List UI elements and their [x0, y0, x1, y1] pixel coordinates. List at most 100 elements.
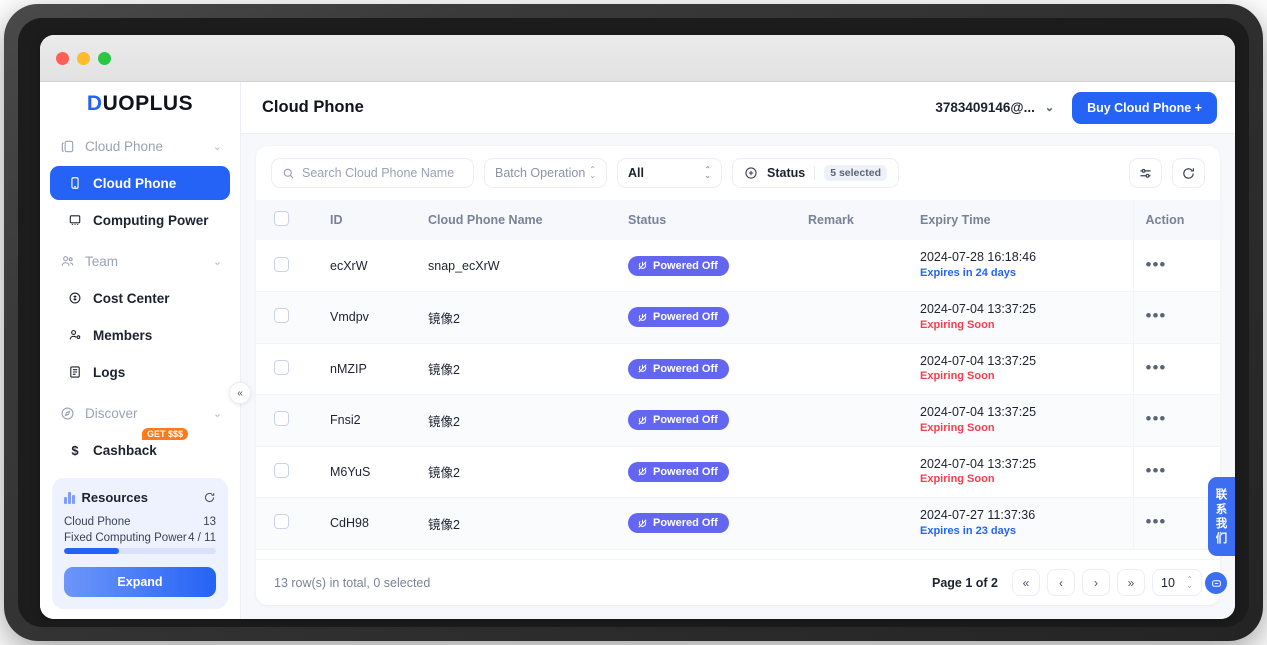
sidebar-item-cashback[interactable]: $ Cashback GET $$$ [50, 433, 230, 467]
status-filter-select[interactable]: All ⌃⌄ [617, 158, 722, 188]
select-all-checkbox[interactable] [274, 211, 289, 226]
close-window-button[interactable] [56, 52, 69, 65]
column-header-id[interactable]: ID [318, 200, 416, 240]
table-row[interactable]: nMZIP镜像2Powered Off2024-07-04 13:37:25Ex… [256, 343, 1220, 395]
cell-name: snap_ecXrW [416, 240, 616, 292]
column-header-remark[interactable]: Remark [796, 200, 908, 240]
sidebar-item-members[interactable]: Members [50, 318, 230, 352]
row-checkbox[interactable] [274, 360, 289, 375]
row-actions-button[interactable]: ••• [1146, 306, 1167, 325]
cell-status: Powered Off [616, 498, 796, 550]
row-actions-button[interactable]: ••• [1146, 358, 1167, 377]
computing-power-progress [64, 548, 216, 554]
table-toolbar: Batch Operation ⌃⌄ All ⌃⌄ [256, 146, 1220, 200]
row-checkbox[interactable] [274, 411, 289, 426]
status-facet-label: Status [767, 166, 805, 180]
column-header-name[interactable]: Cloud Phone Name [416, 200, 616, 240]
sidebar-item-cost-center[interactable]: Cost Center [50, 281, 230, 315]
table-panel: Batch Operation ⌃⌄ All ⌃⌄ [256, 146, 1220, 605]
minimize-window-button[interactable] [77, 52, 90, 65]
cell-action: ••• [1133, 240, 1220, 292]
cell-remark [796, 343, 908, 395]
account-email: 3783409146@... [935, 100, 1035, 115]
window-titlebar [40, 35, 1235, 82]
table-row[interactable]: Fnsi2镜像2Powered Off2024-07-04 13:37:25Ex… [256, 395, 1220, 447]
logs-icon [66, 365, 84, 379]
buy-cloud-phone-button[interactable]: Buy Cloud Phone + [1072, 92, 1217, 124]
batch-operation-select[interactable]: Batch Operation ⌃⌄ [484, 158, 607, 188]
row-select-cell [256, 292, 318, 344]
device-bezel: DUOPLUS Cloud Phone ⌄ [4, 4, 1263, 641]
cell-expiry: 2024-07-04 13:37:25Expiring Soon [908, 446, 1133, 498]
column-header-status[interactable]: Status [616, 200, 796, 240]
sidebar-group-cloud-phone[interactable]: Cloud Phone ⌄ [50, 130, 230, 162]
contact-us-label: 联系我们 [1208, 488, 1235, 547]
previous-page-button[interactable]: ‹ [1047, 569, 1075, 596]
row-checkbox[interactable] [274, 308, 289, 323]
page-header: Cloud Phone 3783409146@... ⌄ Buy Cloud P… [241, 82, 1235, 134]
cell-status: Powered Off [616, 395, 796, 447]
progress-fill [64, 548, 119, 554]
expiry-note: Expires in 24 days [920, 266, 1121, 281]
table-row[interactable]: CdH98镜像2Powered Off2024-07-27 11:37:36Ex… [256, 498, 1220, 550]
last-page-button[interactable]: » [1117, 569, 1145, 596]
sidebar-item-label: Cloud Phone [93, 176, 176, 191]
power-off-icon [637, 466, 648, 477]
main-content: Cloud Phone 3783409146@... ⌄ Buy Cloud P… [241, 82, 1235, 619]
first-page-button[interactable]: « [1012, 569, 1040, 596]
sidebar-group-discover[interactable]: Discover ⌄ [50, 397, 230, 429]
refresh-icon[interactable] [203, 491, 216, 504]
plus-circle-icon [744, 166, 758, 180]
cell-expiry: 2024-07-28 16:18:46Expires in 24 days [908, 240, 1133, 292]
maximize-window-button[interactable] [98, 52, 111, 65]
cell-id: M6YuS [318, 446, 416, 498]
row-checkbox[interactable] [274, 257, 289, 272]
resource-label: Fixed Computing Power [64, 532, 187, 544]
expiry-date: 2024-07-04 13:37:25 [920, 404, 1121, 421]
account-menu[interactable]: 3783409146@... ⌄ [935, 100, 1054, 115]
table-row[interactable]: Vmdpv镜像2Powered Off2024-07-04 13:37:25Ex… [256, 292, 1220, 344]
row-checkbox[interactable] [274, 463, 289, 478]
search-box[interactable] [271, 158, 474, 188]
row-actions-button[interactable]: ••• [1146, 512, 1167, 531]
sidebar-group-team[interactable]: Team ⌄ [50, 245, 230, 277]
cell-expiry: 2024-07-04 13:37:25Expiring Soon [908, 292, 1133, 344]
column-header-action: Action [1133, 200, 1220, 240]
sidebar-collapse-button[interactable]: « [229, 382, 251, 404]
brand-logo-text: UOPLUS [103, 92, 194, 115]
refresh-icon[interactable] [1172, 158, 1205, 188]
row-actions-button[interactable]: ••• [1146, 255, 1167, 274]
column-header-expiry[interactable]: Expiry Time [908, 200, 1133, 240]
divider [814, 166, 815, 180]
page-indicator: Page 1 of 2 [932, 576, 998, 590]
expiry-date: 2024-07-27 11:37:36 [920, 507, 1121, 524]
batch-operation-label: Batch Operation [495, 166, 585, 180]
sidebar-item-label: Members [93, 328, 152, 343]
contact-us-widget[interactable]: 联系我们 [1208, 477, 1235, 556]
status-facet-button[interactable]: Status 5 selected [732, 158, 899, 188]
team-icon [58, 254, 76, 269]
sidebar-item-computing-power[interactable]: Computing Power [50, 203, 230, 237]
row-select-cell [256, 498, 318, 550]
chevron-updown-icon: ⌃⌄ [589, 167, 596, 179]
row-checkbox[interactable] [274, 514, 289, 529]
cell-id: nMZIP [318, 343, 416, 395]
sidebar-item-cloud-phone[interactable]: Cloud Phone [50, 166, 230, 200]
cell-remark [796, 292, 908, 344]
cell-id: ecXrW [318, 240, 416, 292]
expiry-date: 2024-07-28 16:18:46 [920, 249, 1121, 266]
member-icon [66, 328, 84, 342]
chat-icon[interactable] [1205, 572, 1227, 594]
status-badge-label: Powered Off [653, 517, 718, 529]
search-input[interactable] [302, 166, 463, 180]
table-row[interactable]: ecXrWsnap_ecXrWPowered Off2024-07-28 16:… [256, 240, 1220, 292]
page-size-select[interactable]: 10 ⌃⌄ [1152, 569, 1202, 596]
sidebar-item-logs[interactable]: Logs [50, 355, 230, 389]
table-row[interactable]: M6YuS镜像2Powered Off2024-07-04 13:37:25Ex… [256, 446, 1220, 498]
expand-button[interactable]: Expand [64, 567, 216, 597]
sliders-icon[interactable] [1129, 158, 1162, 188]
row-actions-button[interactable]: ••• [1146, 409, 1167, 428]
row-actions-button[interactable]: ••• [1146, 461, 1167, 480]
table-scroll-area: ID Cloud Phone Name Status Remark Expiry… [256, 200, 1220, 559]
next-page-button[interactable]: › [1082, 569, 1110, 596]
